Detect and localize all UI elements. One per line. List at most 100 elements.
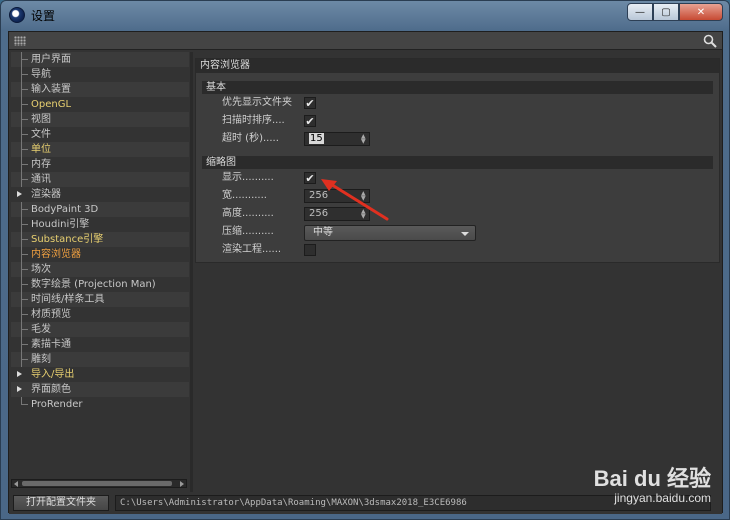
tree-branch <box>21 179 28 180</box>
sidebar-item[interactable]: 单位 <box>11 142 189 157</box>
render-project-label: 渲染工程...... <box>222 244 282 255</box>
sidebar-item-label: Substance引擎 <box>31 234 104 245</box>
sidebar-item[interactable]: Houdini引擎 <box>11 217 189 232</box>
tree-branch <box>21 104 28 105</box>
sidebar-item[interactable]: BodyPaint 3D <box>11 202 189 217</box>
window-title: 设置 <box>31 9 56 23</box>
sidebar-item[interactable]: 导入/导出 <box>11 367 189 382</box>
sort-on-scan-checkbox[interactable]: ✔ <box>304 115 316 127</box>
compression-dropdown[interactable]: 中等 <box>304 225 476 241</box>
sidebar-item[interactable]: 文件 <box>11 127 189 142</box>
prefer-folders-checkbox[interactable]: ✔ <box>304 97 316 109</box>
timeout-value[interactable]: 15 <box>309 133 324 144</box>
sidebar-item[interactable]: 雕刻 <box>11 352 189 367</box>
sidebar-item-label: 视图 <box>31 114 51 125</box>
tree-branch <box>21 119 28 120</box>
tree-branch <box>21 239 28 240</box>
sidebar-item-label: 导航 <box>31 69 51 80</box>
sidebar-item-label: 输入装置 <box>31 84 71 95</box>
thumbnails-group-header: 缩略图 <box>202 156 713 169</box>
cinema4d-app-icon <box>9 7 25 23</box>
expand-arrow-icon[interactable] <box>17 191 22 197</box>
sidebar-item[interactable]: 视图 <box>11 112 189 127</box>
timeout-input[interactable]: 15 ▲ ▼ <box>304 132 370 146</box>
sidebar-item[interactable]: 输入装置 <box>11 82 189 97</box>
sidebar-item[interactable]: 用户界面 <box>11 52 189 67</box>
open-config-folder-button[interactable]: 打开配置文件夹 <box>13 495 109 511</box>
sidebar-item[interactable]: 毛发 <box>11 322 189 337</box>
sidebar-item[interactable]: 渲染器 <box>11 187 189 202</box>
thumbnail-width-row: 宽........... 256 ▲ ▼ <box>196 187 719 205</box>
tree-branch <box>21 329 28 330</box>
sidebar-item-label: OpenGL <box>31 99 72 110</box>
tree-branch <box>21 224 28 225</box>
sidebar-item-label: 界面颜色 <box>31 384 71 395</box>
sidebar-item-label: 用户界面 <box>31 54 71 65</box>
scroll-right-icon[interactable] <box>180 481 184 487</box>
sidebar-item[interactable]: 素描卡通 <box>11 337 189 352</box>
content-browser-panel: 内容浏览器 基本 优先显示文件夹 ✔ 扫描时排序.... ✔ 超时 (秒)...… <box>195 58 720 263</box>
sidebar-item[interactable]: 内容浏览器 <box>11 247 189 262</box>
sidebar-item[interactable]: OpenGL <box>11 97 189 112</box>
sidebar-item-label: 文件 <box>31 129 51 140</box>
sidebar-item-label: 内容浏览器 <box>31 249 81 260</box>
minimize-button[interactable]: — <box>627 3 653 21</box>
maximize-button[interactable]: ▢ <box>653 3 679 21</box>
tree-branch <box>21 314 28 315</box>
timeout-label: 超时 (秒)..... <box>222 133 279 144</box>
tree-branch <box>21 299 28 300</box>
scroll-left-icon[interactable] <box>14 481 18 487</box>
sidebar-item[interactable]: Substance引擎 <box>11 232 189 247</box>
sidebar-item[interactable]: ProRender <box>11 397 189 412</box>
sidebar-item[interactable]: 场次 <box>11 262 189 277</box>
watermark-url: jingyan.baidu.com <box>614 491 711 505</box>
tree-branch <box>21 74 28 75</box>
sidebar-item-label: 素描卡通 <box>31 339 71 350</box>
sidebar-item[interactable]: 时间线/样条工具 <box>11 292 189 307</box>
spinner-arrows-icon[interactable]: ▲ ▼ <box>361 134 367 145</box>
settings-window: 设置 — ▢ ✕ 用户界面导航输入装置 OpenGL 视图文件单位内存通讯渲染器 Bo… <box>0 0 730 520</box>
compression-label: 压缩.......... <box>222 226 274 237</box>
sidebar-item-label: 内存 <box>31 159 51 170</box>
sidebar-item-label: Houdini引擎 <box>31 219 90 230</box>
title-bar[interactable]: 设置 — ▢ ✕ <box>1 1 729 29</box>
expand-arrow-icon[interactable] <box>17 371 22 377</box>
sidebar-item[interactable]: 界面颜色 <box>11 382 189 397</box>
compression-value: 中等 <box>313 227 333 238</box>
tree-branch <box>21 254 28 255</box>
settings-toolbar <box>9 32 722 50</box>
sidebar-horizontal-scrollbar[interactable] <box>11 479 187 488</box>
sort-on-scan-label: 扫描时排序.... <box>222 115 285 126</box>
watermark-logo-text: Bai du 经验 <box>593 466 711 491</box>
show-thumbnails-checkbox[interactable]: ✔ <box>304 172 316 184</box>
sidebar-item-label: 场次 <box>31 264 51 275</box>
prefer-folders-row: 优先显示文件夹 ✔ <box>196 94 719 112</box>
render-project-checkbox[interactable] <box>304 244 316 256</box>
expand-arrow-icon[interactable] <box>17 386 22 392</box>
settings-category-tree: 用户界面导航输入装置 OpenGL 视图文件单位内存通讯渲染器 BodyPaint 3… <box>11 52 189 492</box>
sidebar-item[interactable]: 数字绘景 (Projection Man) <box>11 277 189 292</box>
sidebar-item[interactable]: 通讯 <box>11 172 189 187</box>
search-icon[interactable] <box>702 33 718 49</box>
thumbnail-height-label: 高度.......... <box>222 208 274 219</box>
tree-branch <box>21 209 28 210</box>
show-thumbnails-label: 显示.......... <box>222 172 274 183</box>
sidebar-item[interactable]: 导航 <box>11 67 189 82</box>
sidebar-item[interactable]: 材质预览 <box>11 307 189 322</box>
timeout-row: 超时 (秒)..... 15 ▲ ▼ <box>196 130 719 148</box>
tree-branch <box>21 59 28 60</box>
chevron-down-icon[interactable] <box>461 232 469 236</box>
sidebar-item-label: 渲染器 <box>31 189 61 200</box>
sidebar-item-label: 材质预览 <box>31 309 71 320</box>
grip-icon[interactable] <box>14 36 26 46</box>
tree-branch <box>21 404 28 405</box>
panel-splitter[interactable] <box>190 52 193 492</box>
thumbnail-width-label: 宽........... <box>222 190 267 201</box>
sidebar-item[interactable]: 内存 <box>11 157 189 172</box>
render-project-row: 渲染工程...... <box>196 241 719 259</box>
tree-branch <box>21 284 28 285</box>
close-button[interactable]: ✕ <box>679 3 723 21</box>
tree-branch <box>21 269 28 270</box>
scrollbar-thumb[interactable] <box>22 481 172 486</box>
sidebar-item-label: 时间线/样条工具 <box>31 294 105 305</box>
